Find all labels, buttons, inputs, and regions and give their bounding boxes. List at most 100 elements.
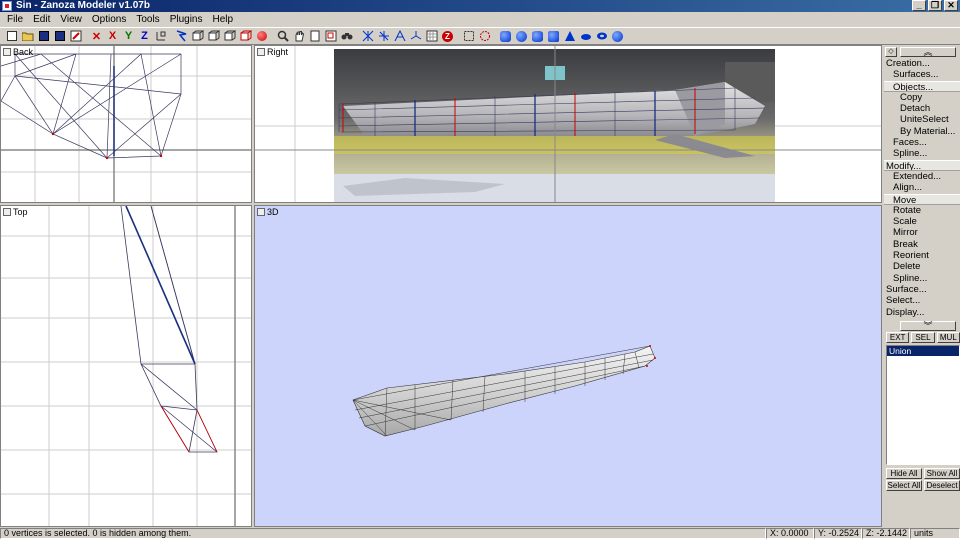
z-badge-icon[interactable]: Z (440, 29, 455, 44)
z-badge-label: Z (442, 30, 453, 42)
command-item[interactable]: Rotate (884, 205, 960, 216)
app-window: Sin - Zanoza Modeler v1.07b _ ❐ ✕ File E… (0, 0, 960, 539)
cube-front-icon[interactable] (190, 29, 205, 44)
delete-x-icon[interactable]: ✕ (89, 29, 104, 44)
command-item[interactable]: Mirror (884, 227, 960, 238)
axis-gizmo-icon[interactable] (408, 29, 423, 44)
status-z: Z: -2.1442 (862, 528, 910, 539)
viewport-right-canvas (255, 46, 881, 202)
select-box-icon[interactable] (461, 29, 476, 44)
command-item[interactable]: Surface... (884, 284, 960, 295)
primitive-gear-icon[interactable] (610, 29, 625, 44)
axis-y-button[interactable]: Y (121, 29, 136, 44)
viewport-menu-icon[interactable] (257, 48, 265, 56)
command-item[interactable]: Copy (884, 92, 960, 103)
command-item[interactable]: Reorient (884, 250, 960, 261)
hide-all-button[interactable]: Hide All (886, 468, 922, 479)
command-item[interactable]: Modify... (884, 159, 960, 171)
menu-file[interactable]: File (2, 12, 28, 27)
new-file-icon[interactable] (4, 29, 19, 44)
command-panel: ◇ ︽ Creation... Surfaces... Objects... Copy… (884, 45, 960, 528)
minimize-button[interactable]: _ (912, 0, 926, 11)
primitive-sphere-icon[interactable] (514, 29, 529, 44)
menu-options[interactable]: Options (87, 12, 131, 27)
menu-view[interactable]: View (55, 12, 87, 27)
viewport-3d[interactable]: 3D (254, 205, 882, 527)
mul-button[interactable]: MUL (936, 332, 960, 343)
edge-cut-icon[interactable] (392, 29, 407, 44)
show-all-button[interactable]: Show All (924, 468, 960, 479)
command-item[interactable]: Spline... (884, 273, 960, 284)
menu-plugins[interactable]: Plugins (165, 12, 208, 27)
cube-red-icon[interactable] (238, 29, 253, 44)
command-item[interactable]: Objects... (884, 80, 960, 92)
viewport-top-title: Top (3, 207, 28, 217)
maximize-button[interactable]: ❐ (928, 0, 942, 11)
viewport-3d-title: 3D (257, 207, 279, 217)
viewport-menu-icon[interactable] (3, 208, 11, 216)
deselect-button[interactable]: Deselect (924, 480, 960, 491)
primitive-disc-icon[interactable] (578, 29, 593, 44)
primitive-box-icon[interactable] (498, 29, 513, 44)
select-all-button[interactable]: Select All (886, 480, 922, 491)
object-item-union[interactable]: Union (887, 346, 959, 356)
command-item[interactable]: Spline... (884, 148, 960, 159)
viewport-back[interactable]: Back (0, 45, 252, 203)
primitive-cone-icon[interactable] (562, 29, 577, 44)
mesh-union[interactable] (352, 345, 656, 437)
select-circle-icon[interactable] (477, 29, 492, 44)
axis-x-button[interactable]: X (105, 29, 120, 44)
command-item[interactable]: Surfaces... (884, 69, 960, 80)
scroll-down-button[interactable]: ︾ (900, 321, 956, 331)
open-folder-icon[interactable] (20, 29, 35, 44)
command-item[interactable]: Delete (884, 261, 960, 272)
primitive-torus-icon[interactable] (594, 29, 609, 44)
vertex-weld-icon[interactable] (376, 29, 391, 44)
primitive-cylinder-icon[interactable] (530, 29, 545, 44)
viewport-menu-icon[interactable] (3, 48, 11, 56)
command-item[interactable]: Break (884, 239, 960, 250)
menu-tools[interactable]: Tools (131, 12, 164, 27)
menu-edit[interactable]: Edit (28, 12, 55, 27)
command-item[interactable]: UniteSelect (884, 114, 960, 125)
command-item[interactable]: Faces... (884, 137, 960, 148)
render-sphere-icon[interactable] (254, 29, 269, 44)
viewport-top[interactable]: Top (0, 205, 252, 527)
save-as-icon[interactable] (52, 29, 67, 44)
viewport-menu-icon[interactable] (257, 208, 265, 216)
menu-help[interactable]: Help (208, 12, 239, 27)
command-item[interactable]: Scale (884, 216, 960, 227)
command-item[interactable]: By Material... (884, 126, 960, 137)
primitive-tube-icon[interactable] (546, 29, 561, 44)
object-list[interactable]: Union (886, 345, 960, 465)
zoom-magnifier-icon[interactable] (275, 29, 290, 44)
command-item[interactable]: Select... (884, 295, 960, 306)
select-arrow-icon[interactable] (174, 29, 189, 44)
export-icon[interactable] (68, 29, 83, 44)
pin-icon[interactable]: ◇ (885, 47, 897, 57)
cube-side-icon[interactable] (222, 29, 237, 44)
zoom-window-icon[interactable] (323, 29, 338, 44)
viewport-right[interactable]: Right (254, 45, 882, 203)
command-item[interactable]: Display... (884, 307, 960, 318)
title-bar[interactable]: Sin - Zanoza Modeler v1.07b _ ❐ ✕ (0, 0, 960, 12)
page-view-icon[interactable] (307, 29, 322, 44)
scroll-up-button[interactable]: ︽ (900, 47, 956, 57)
axis-free-icon[interactable] (153, 29, 168, 44)
pan-hand-icon[interactable] (291, 29, 306, 44)
vertex-move-icon[interactable] (360, 29, 375, 44)
close-button[interactable]: ✕ (944, 0, 958, 11)
binoculars-icon[interactable] (339, 29, 354, 44)
sel-button[interactable]: SEL (911, 332, 935, 343)
command-item[interactable]: Detach (884, 103, 960, 114)
axis-z-button[interactable]: Z (137, 29, 152, 44)
grid-view-icon[interactable] (424, 29, 439, 44)
ext-button[interactable]: EXT (886, 332, 910, 343)
command-item[interactable]: Extended... (884, 171, 960, 182)
save-disk-icon[interactable] (36, 29, 51, 44)
command-item[interactable]: Move (884, 193, 960, 205)
status-units: units (910, 528, 960, 539)
command-item[interactable]: Align... (884, 182, 960, 193)
command-item[interactable]: Creation... (884, 58, 960, 69)
cube-top-icon[interactable] (206, 29, 221, 44)
